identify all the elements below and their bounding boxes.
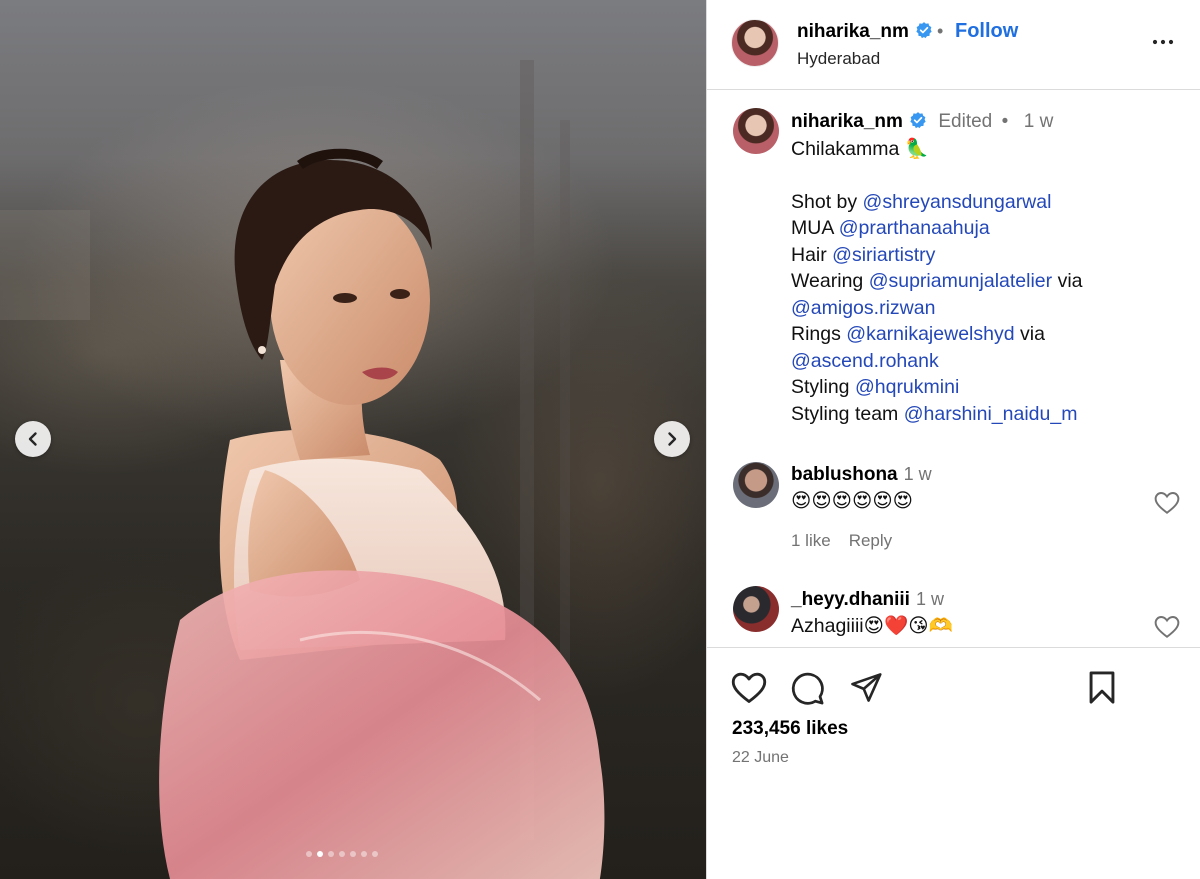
comment-reply-button[interactable]: Reply bbox=[849, 531, 892, 550]
caption-line: Styling @hqrukmini bbox=[791, 374, 1181, 401]
carousel-dot bbox=[372, 851, 378, 857]
caption-text: Wearing bbox=[791, 270, 869, 292]
comment-icon[interactable] bbox=[790, 671, 825, 706]
caption-text: via bbox=[1052, 270, 1083, 292]
carousel-dot bbox=[339, 851, 345, 857]
caption-username[interactable]: niharika_nm bbox=[791, 111, 903, 132]
comment-time: 1 w bbox=[915, 589, 944, 609]
post-photo bbox=[0, 60, 605, 879]
follow-button[interactable]: Follow bbox=[955, 20, 1018, 43]
caption-mention-link[interactable]: @siriartistry bbox=[832, 244, 935, 266]
comment-avatar[interactable] bbox=[733, 586, 779, 632]
caption-mention-link[interactable]: @amigos.rizwan bbox=[791, 297, 935, 319]
post-side-panel: niharika_nm • Follow Hyderabad niharika_… bbox=[706, 0, 1200, 879]
like-count[interactable]: 233,456 likes bbox=[732, 718, 848, 740]
caption-line: @ascend.rohank bbox=[791, 348, 1181, 375]
carousel-dot bbox=[317, 851, 323, 857]
caption-text: Shot by bbox=[791, 190, 863, 213]
caption-avatar[interactable] bbox=[733, 108, 779, 154]
carousel-dot bbox=[361, 851, 367, 857]
post-header: niharika_nm • Follow Hyderabad bbox=[707, 0, 1200, 90]
caption-text: Styling bbox=[791, 376, 855, 398]
comment-text: Azhagiiii😍❤️😘🫶 bbox=[791, 615, 953, 637]
carousel-dot bbox=[350, 851, 356, 857]
caption-separator: • bbox=[1001, 111, 1009, 132]
comment-actions: 1 like Reply bbox=[791, 531, 910, 551]
comment-username-text[interactable]: _heyy.dhaniii bbox=[791, 589, 910, 610]
bookmark-icon[interactable] bbox=[1086, 670, 1118, 705]
caption-line: Rings @karnikajewelshyd via bbox=[791, 321, 1181, 348]
carousel-dot bbox=[328, 851, 334, 857]
share-icon[interactable] bbox=[849, 671, 884, 704]
comment-username[interactable]: _heyy.dhaniii 1 w bbox=[791, 589, 944, 611]
comment-like-count[interactable]: 1 like bbox=[791, 531, 831, 550]
post-caption: niharika_nm Edited • 1 w Chilakamma 🦜 Sho… bbox=[791, 108, 1181, 427]
avatar[interactable] bbox=[731, 19, 779, 67]
caption-body: Chilakamma 🦜 Shot by @shreyansdungarwal MU… bbox=[791, 136, 1181, 428]
caption-mention-link[interactable]: @hqrukmini bbox=[855, 376, 959, 398]
carousel-dot bbox=[306, 851, 312, 857]
caption-text: MUA bbox=[791, 217, 839, 239]
post-author-username[interactable]: niharika_nm bbox=[797, 21, 909, 42]
post-media[interactable] bbox=[0, 0, 706, 879]
caption-line: Shot by @shreyansdungarwal bbox=[791, 189, 1181, 216]
caption-text: Hair bbox=[791, 243, 833, 266]
caption-mention-link[interactable]: @supriamunjalatelier bbox=[869, 270, 1052, 292]
carousel-next-button[interactable] bbox=[654, 421, 690, 457]
caption-line: MUA @prarthanaahuja bbox=[791, 215, 1181, 242]
caption-text: Rings bbox=[791, 323, 847, 345]
caption-mention-link[interactable]: @shreyansdungarwal bbox=[863, 191, 1052, 213]
caption-header: niharika_nm Edited • 1 w bbox=[791, 108, 1181, 136]
caption-time[interactable]: 1 w bbox=[1024, 111, 1054, 132]
more-options-icon[interactable] bbox=[1151, 30, 1175, 54]
heart-icon[interactable] bbox=[731, 671, 767, 705]
caption-mention-link[interactable]: @prarthanaahuja bbox=[839, 217, 990, 239]
comment-text: 😍😍😍😍😍😍 bbox=[791, 490, 913, 512]
comment-username-text[interactable]: bablushona bbox=[791, 464, 898, 485]
carousel-prev-button[interactable] bbox=[15, 421, 51, 457]
header-separator: • bbox=[937, 21, 944, 41]
chevron-left-icon bbox=[28, 432, 37, 446]
comment-username[interactable]: bablushona 1 w bbox=[791, 464, 932, 486]
caption-text: Styling team bbox=[791, 402, 904, 425]
carousel-indicator bbox=[306, 851, 378, 857]
post-author[interactable]: niharika_nm bbox=[797, 21, 933, 43]
caption-line: Hair @siriartistry bbox=[791, 242, 1181, 269]
chevron-right-icon bbox=[668, 432, 677, 446]
comment-avatar[interactable] bbox=[733, 462, 779, 508]
caption-line: Styling team @harshini_naidu_m bbox=[791, 401, 1181, 428]
verified-badge-icon bbox=[910, 112, 926, 129]
post-location[interactable]: Hyderabad bbox=[797, 49, 880, 69]
caption-mention-link[interactable]: @ascend.rohank bbox=[791, 350, 939, 372]
caption-mention-link[interactable]: @harshini_naidu_m bbox=[904, 403, 1078, 425]
comment-heart-icon[interactable] bbox=[1154, 491, 1180, 515]
post-date[interactable]: 22 June bbox=[732, 749, 789, 767]
caption-edited: Edited bbox=[938, 111, 993, 132]
comment-time: 1 w bbox=[903, 464, 932, 484]
caption-mention-link[interactable]: @karnikajewelshyd bbox=[846, 323, 1014, 345]
caption-line: @amigos.rizwan bbox=[791, 295, 1181, 322]
comment-heart-icon[interactable] bbox=[1154, 615, 1180, 639]
caption-line: Wearing @supriamunjalatelier via bbox=[791, 268, 1181, 295]
caption-text: Chilakamma 🦜 bbox=[791, 137, 930, 160]
verified-badge-icon bbox=[916, 22, 932, 39]
caption-text: via bbox=[1014, 323, 1045, 345]
caption-line: Chilakamma 🦜 bbox=[791, 136, 1181, 163]
